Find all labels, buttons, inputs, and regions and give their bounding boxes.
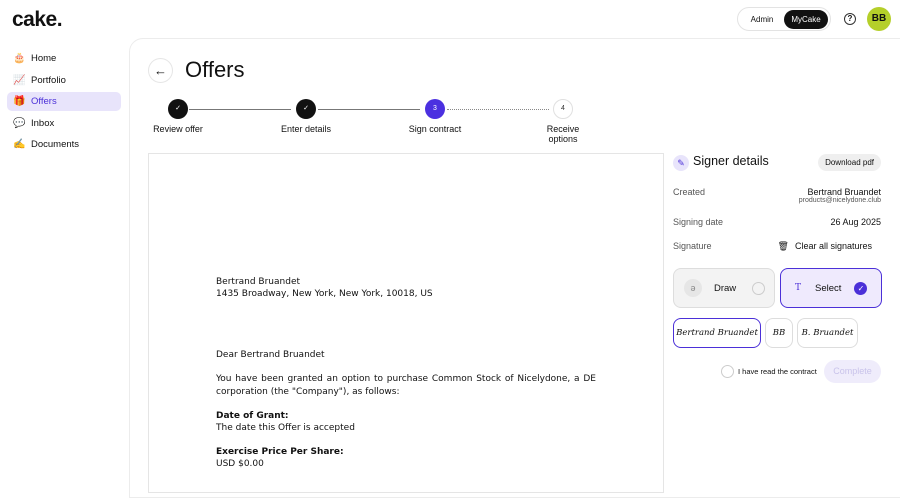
clear-label: Clear all signatures [794, 241, 872, 251]
step-label: Receive options [546, 124, 580, 144]
signature-icon: ✍ [13, 139, 26, 150]
cake-icon: 🎂 [13, 53, 26, 64]
created-name: Bertrand Bruandet [807, 187, 881, 197]
clear-signatures-button[interactable]: 🗑 Clear all signatures [778, 241, 881, 252]
message-icon: 💬 [13, 117, 26, 129]
sidebar-item-label: Documents [31, 139, 80, 150]
sidebar-item-label: Inbox [31, 117, 55, 129]
draw-label: Draw [714, 282, 737, 294]
gift-icon: 🎁 [13, 96, 26, 107]
signature-option[interactable]: Bertrand Bruandet [673, 318, 761, 348]
intro-paragraph: You have been granted an option to purch… [216, 374, 596, 397]
signature-option[interactable]: BB [765, 318, 793, 348]
check-icon: ✓ [296, 99, 316, 119]
download-pdf-button[interactable]: Download pdf [818, 154, 881, 171]
select-label: Select [815, 282, 842, 294]
signature-label: Signature [673, 241, 712, 251]
mode-admin[interactable]: Admin [740, 10, 784, 29]
page-title: Offers [185, 57, 245, 82]
complete-button[interactable]: Complete [824, 360, 881, 383]
chart-icon: 📈 [13, 74, 26, 86]
draw-option[interactable]: ə Draw [673, 268, 775, 308]
step-number: 3 [425, 99, 445, 119]
date-of-grant-value: The date this Offer is accepted [216, 423, 355, 433]
created-label: Created [673, 187, 706, 197]
step-sign-contract: 3 Sign contract [400, 99, 470, 134]
sidebar-item-portfolio[interactable]: 📈 Portfolio [7, 71, 121, 90]
sidebar-item-label: Offers [31, 96, 57, 107]
step-review-offer: ✓ Review offer [143, 99, 213, 134]
sidebar: 🎂 Home 📈 Portfolio 🎁 Offers 💬 Inbox ✍ Documen… [7, 49, 121, 157]
check-icon: ✓ [168, 99, 188, 119]
sidebar-item-home[interactable]: 🎂 Home [7, 49, 121, 68]
step-receive-options: 4 Receive options [528, 99, 598, 144]
text-icon: T [795, 283, 802, 293]
read-contract-label: I have read the contract [738, 367, 817, 376]
contract-document[interactable]: Bertrand Bruandet 1435 Broadway, New Yor… [148, 153, 664, 493]
recipient-name: Bertrand Bruandet [216, 277, 301, 287]
signature-option[interactable]: B. Bruandet [797, 318, 858, 348]
step-label: Sign contract [408, 124, 462, 134]
sidebar-item-inbox[interactable]: 💬 Inbox [7, 114, 121, 133]
read-contract-checkbox[interactable] [721, 365, 734, 378]
draw-radio[interactable] [752, 281, 766, 295]
mode-toggle[interactable]: Admin MyCake [737, 7, 831, 31]
sidebar-item-offers[interactable]: 🎁 Offers [7, 92, 121, 111]
sidebar-item-label: Portfolio [31, 74, 66, 86]
pen-icon: ✎ [673, 155, 689, 171]
help-icon[interactable]: ? [844, 13, 856, 25]
step-enter-details: ✓ Enter details [271, 99, 341, 134]
avatar[interactable]: BB [867, 7, 891, 31]
signer-title: Signer details [693, 154, 769, 168]
sidebar-item-label: Home [31, 53, 57, 64]
recipient-address: 1435 Broadway, New York, New York, 10018… [216, 289, 433, 299]
logo[interactable]: cake. [12, 8, 63, 32]
step-number: 4 [553, 99, 573, 119]
signing-date-value: 26 Aug 2025 [830, 217, 881, 227]
back-button[interactable]: ← [148, 58, 173, 83]
step-label: Enter details [280, 124, 332, 134]
greeting: Dear Bertrand Bruandet [216, 350, 325, 360]
signing-date-label: Signing date [673, 217, 724, 227]
mode-mycake[interactable]: MyCake [784, 9, 828, 29]
exercise-price-value: USD $0.00 [216, 459, 264, 469]
sidebar-item-documents[interactable]: ✍ Documents [7, 135, 121, 154]
select-option[interactable]: T Select ✓ [780, 268, 882, 308]
exercise-price-label: Exercise Price Per Share: [216, 447, 344, 457]
check-icon[interactable]: ✓ [854, 281, 868, 295]
draw-icon: ə [684, 279, 702, 297]
step-label: Review offer [153, 124, 203, 134]
trash-icon: 🗑 [777, 241, 789, 251]
created-email: products@nicelydone.club [798, 197, 881, 204]
date-of-grant-label: Date of Grant: [216, 411, 289, 421]
